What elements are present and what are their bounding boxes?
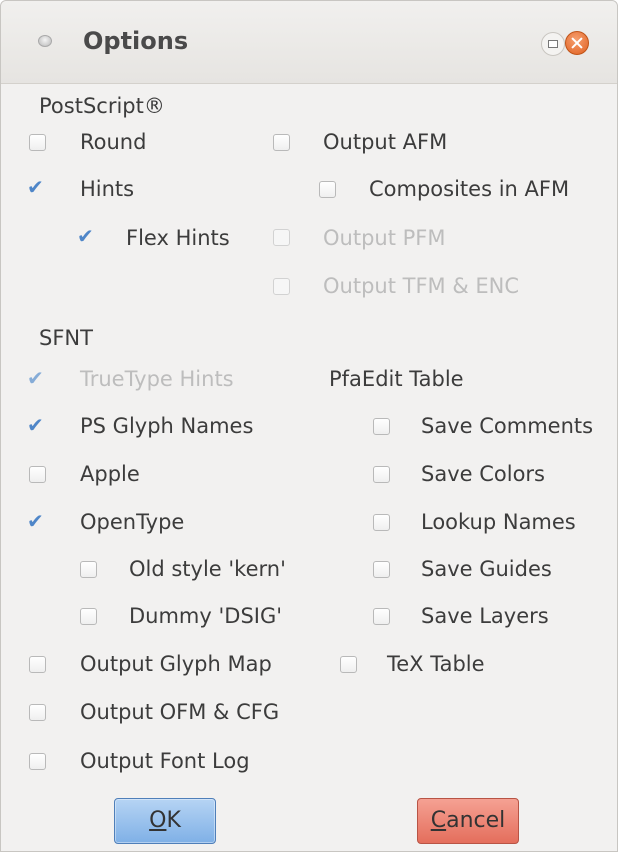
apple-label[interactable]: Apple	[80, 462, 140, 486]
pfaedit-table-label: PfaEdit Table	[329, 367, 464, 391]
output-tfm-enc-label: Output TFM & ENC	[323, 274, 520, 298]
ok-mnemonic: O	[149, 808, 167, 833]
maximize-icon[interactable]	[541, 32, 565, 56]
apple-checkbox[interactable]	[29, 466, 46, 483]
opentype-label[interactable]: OpenType	[80, 510, 184, 534]
save-comments-label[interactable]: Save Comments	[421, 414, 593, 438]
round-label[interactable]: Round	[80, 130, 146, 154]
save-comments-checkbox[interactable]	[373, 418, 390, 435]
round-checkbox[interactable]	[29, 134, 46, 151]
ok-label-rest: K	[166, 808, 181, 833]
lookup-names-checkbox[interactable]	[373, 514, 390, 531]
composites-in-afm-checkbox[interactable]	[319, 181, 336, 198]
opentype-checkbox[interactable]: ✔	[27, 511, 48, 532]
window-menu-icon[interactable]	[38, 35, 52, 47]
output-font-log-label[interactable]: Output Font Log	[80, 749, 250, 773]
output-glyph-map-checkbox[interactable]	[29, 656, 46, 673]
truetype-hints-checkbox: ✔	[27, 366, 44, 390]
window-title: Options	[83, 27, 189, 55]
hints-checkbox[interactable]: ✔	[27, 177, 48, 198]
ps-glyph-names-label[interactable]: PS Glyph Names	[80, 414, 253, 438]
output-tfm-enc-checkbox	[273, 278, 290, 295]
tex-table-checkbox[interactable]	[340, 656, 357, 673]
output-pfm-label: Output PFM	[323, 226, 446, 250]
output-ofm-cfg-checkbox[interactable]	[29, 704, 46, 721]
dummy-dsig-checkbox[interactable]	[80, 608, 97, 625]
output-afm-label[interactable]: Output AFM	[323, 130, 447, 154]
save-colors-checkbox[interactable]	[373, 466, 390, 483]
dummy-dsig-label[interactable]: Dummy 'DSIG'	[129, 604, 282, 628]
save-layers-checkbox[interactable]	[373, 608, 390, 625]
hints-label[interactable]: Hints	[80, 177, 134, 201]
cancel-label-rest: ancel	[446, 808, 506, 833]
save-guides-checkbox[interactable]	[373, 561, 390, 578]
old-style-kern-checkbox[interactable]	[80, 561, 97, 578]
sfnt-section-label: SFNT	[39, 326, 93, 350]
output-glyph-map-label[interactable]: Output Glyph Map	[80, 652, 272, 676]
postscript-section-label: PostScript®	[39, 94, 165, 118]
old-style-kern-label[interactable]: Old style 'kern'	[129, 557, 286, 581]
flex-hints-label[interactable]: Flex Hints	[126, 226, 230, 250]
title-bar[interactable]: Options	[1, 1, 617, 84]
output-pfm-checkbox	[273, 229, 290, 246]
composites-in-afm-label[interactable]: Composites in AFM	[369, 177, 569, 201]
ps-glyph-names-checkbox[interactable]: ✔	[27, 415, 48, 436]
save-layers-label[interactable]: Save Layers	[421, 604, 549, 628]
flex-hints-checkbox[interactable]: ✔	[77, 226, 98, 247]
cancel-mnemonic: C	[430, 808, 447, 833]
ok-button[interactable]: OK	[114, 798, 216, 844]
output-afm-checkbox[interactable]	[273, 134, 290, 151]
truetype-hints-label: TrueType Hints	[80, 367, 234, 391]
lookup-names-label[interactable]: Lookup Names	[421, 510, 576, 534]
save-colors-label[interactable]: Save Colors	[421, 462, 545, 486]
options-dialog: Options PostScript® Round Output AFM ✔ H…	[0, 0, 618, 852]
cancel-button[interactable]: Cancel	[417, 798, 519, 844]
close-icon[interactable]	[565, 31, 589, 55]
output-ofm-cfg-label[interactable]: Output OFM & CFG	[80, 700, 279, 724]
output-font-log-checkbox[interactable]	[29, 753, 46, 770]
save-guides-label[interactable]: Save Guides	[421, 557, 552, 581]
tex-table-label[interactable]: TeX Table	[387, 652, 485, 676]
